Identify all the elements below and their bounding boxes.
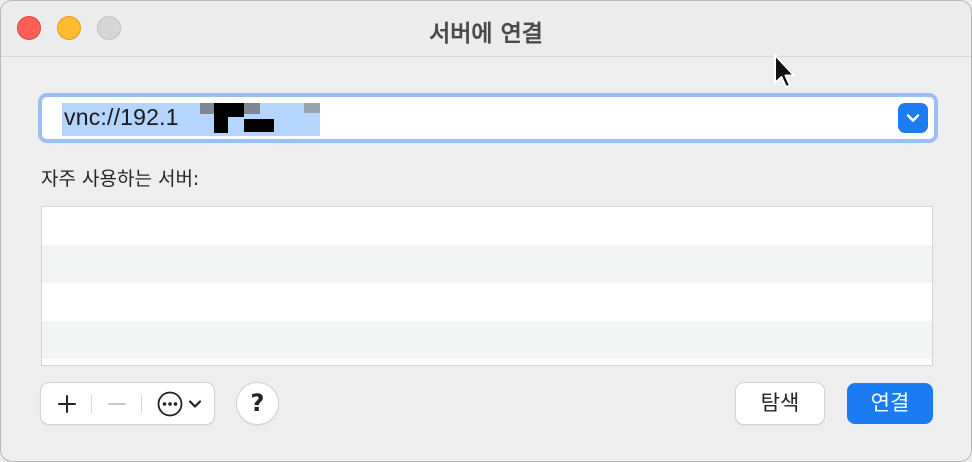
chevron-down-icon xyxy=(188,399,202,408)
list-row[interactable] xyxy=(42,321,932,359)
list-row[interactable] xyxy=(42,283,932,321)
divider xyxy=(141,394,142,414)
redaction-block xyxy=(200,103,214,114)
favorite-servers-label: 자주 사용하는 서버: xyxy=(41,168,200,190)
server-address-field[interactable]: vnc://192.1 xyxy=(38,93,938,143)
title-bar: 서버에 연결 xyxy=(1,1,971,57)
favorites-toolbar xyxy=(41,383,214,424)
divider xyxy=(91,394,92,414)
ellipsis-circle-icon xyxy=(157,391,183,416)
redaction-block xyxy=(304,103,320,113)
more-options-button[interactable] xyxy=(147,383,211,424)
redaction-block xyxy=(244,103,260,114)
add-favorite-button[interactable] xyxy=(45,383,89,424)
redaction-block xyxy=(214,103,244,117)
browse-button[interactable]: 탐색 xyxy=(736,383,824,424)
mouse-pointer-icon xyxy=(774,54,795,88)
connect-button[interactable]: 연결 xyxy=(847,383,933,424)
recent-servers-dropdown-button[interactable] xyxy=(898,103,928,133)
redaction-block xyxy=(244,119,274,132)
window-title: 서버에 연결 xyxy=(429,21,543,47)
connect-to-server-window: 서버에 연결 vnc://192.1 자주 사용하는 서버: ? 탐색 연결 xyxy=(0,0,972,462)
redaction-block xyxy=(214,117,228,133)
favorite-servers-list[interactable] xyxy=(41,206,933,366)
list-row[interactable] xyxy=(42,207,932,245)
help-button[interactable]: ? xyxy=(237,383,278,424)
minus-icon xyxy=(108,402,126,405)
plus-icon xyxy=(58,394,76,413)
chevron-down-icon xyxy=(906,114,920,122)
remove-favorite-button[interactable] xyxy=(95,383,139,424)
server-address-input[interactable]: vnc://192.1 xyxy=(64,104,179,131)
list-row[interactable] xyxy=(42,245,932,283)
